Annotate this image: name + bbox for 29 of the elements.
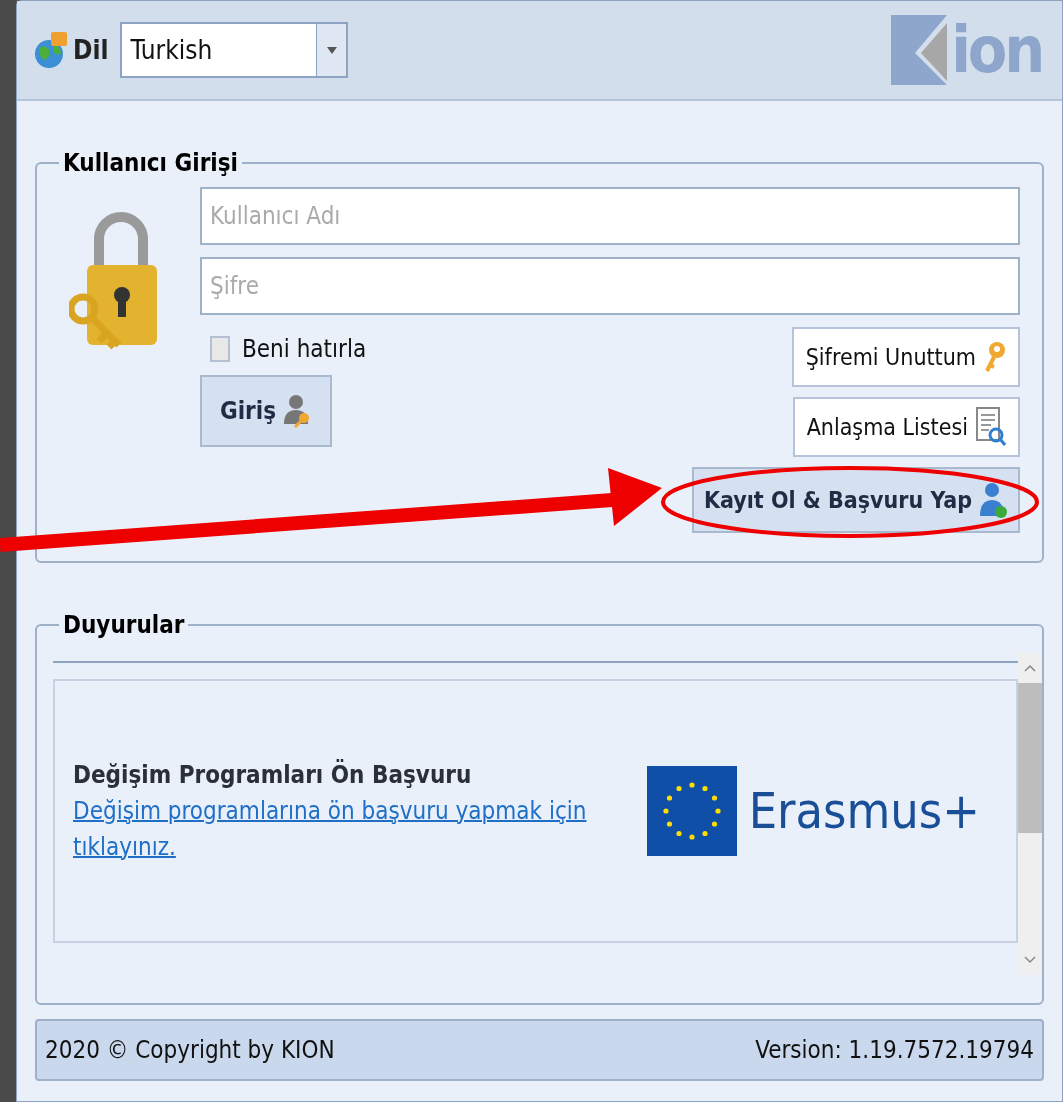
register-button[interactable]: Kayıt Ol & Başvuru Yap [692, 467, 1020, 533]
dropdown-arrow-icon [326, 46, 337, 54]
language-select[interactable]: Turkish [120, 22, 349, 78]
version-text: Version: 1.19.7572.19794 [755, 1035, 1034, 1066]
forgot-password-button[interactable]: Şifremi Unuttum [791, 327, 1020, 387]
remember-label: Beni hatırla [242, 334, 367, 365]
announcements-legend: Duyurular [59, 607, 189, 643]
announcement-title: Değişim Programları Ön Başvuru [73, 758, 473, 791]
scrollbar-thumb[interactable] [1018, 683, 1042, 833]
scroll-up-icon[interactable] [1024, 664, 1036, 672]
globe-icon [33, 30, 69, 70]
login-button[interactable]: Giriş [200, 375, 332, 447]
erasmus-logo-text: Erasmus+ [748, 786, 980, 836]
username-field[interactable]: Kullanıcı Adı [200, 187, 1020, 245]
scrollbar[interactable] [1018, 653, 1042, 975]
document-search-icon [976, 407, 1006, 447]
user-key-icon [284, 394, 312, 428]
agreement-list-button[interactable]: Anlaşma Listesi [792, 397, 1020, 457]
scroll-down-icon[interactable] [1024, 956, 1036, 964]
user-add-icon [980, 480, 1009, 520]
announcement-link[interactable]: Değişim programlarına ön başvuru yapmak için tıklayınız. [73, 793, 593, 865]
login-legend: Kullanıcı Girişi [59, 145, 242, 181]
copyright-text: 2020 © Copyright by KION [45, 1035, 335, 1066]
password-field[interactable]: Şifre [200, 257, 1020, 315]
key-icon [984, 341, 1006, 373]
remember-checkbox[interactable] [210, 336, 230, 362]
kion-logo: ion [891, 15, 1042, 85]
eu-flag-icon [646, 766, 737, 856]
language-label: Dil [73, 33, 109, 67]
